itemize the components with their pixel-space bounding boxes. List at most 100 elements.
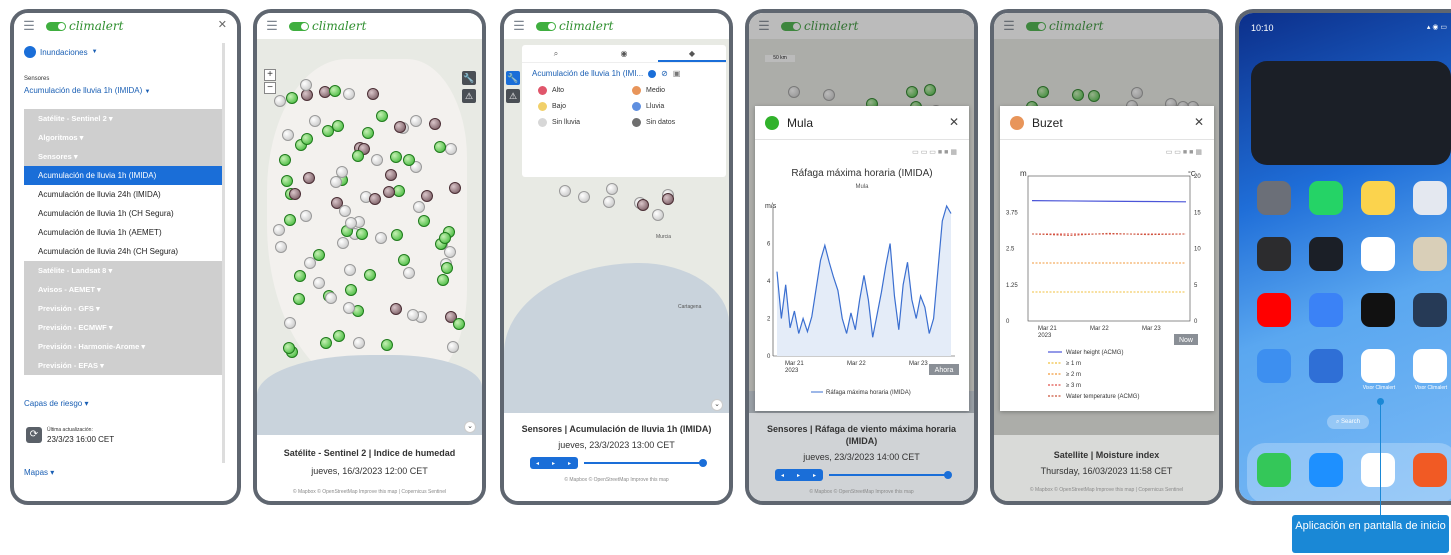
app-icon[interactable] <box>1309 293 1343 327</box>
station-marker[interactable] <box>274 241 287 254</box>
station-marker[interactable] <box>374 232 387 245</box>
playback-controls[interactable]: ◂ ▸ ▸ <box>529 457 578 469</box>
maps-link[interactable]: Mapas ▾ <box>24 468 54 477</box>
app-icon[interactable] <box>1361 181 1395 215</box>
map[interactable]: + − 🔧 ⚠ ⌄ <box>257 39 482 435</box>
info-icon[interactable] <box>648 69 657 78</box>
layer-group[interactable]: Satélite - Sentinel 2 ▾ <box>24 109 224 128</box>
layer-item[interactable]: Acumulación de lluvia 24h (CH Segura) <box>24 242 224 261</box>
station-marker[interactable] <box>355 228 368 241</box>
app-icon[interactable] <box>1257 181 1291 215</box>
app-icon[interactable] <box>1257 293 1291 327</box>
app-icon[interactable] <box>1309 237 1343 271</box>
widget[interactable] <box>1251 61 1451 165</box>
layer-item-selected[interactable]: Acumulación de lluvia 1h (IMIDA) <box>24 166 224 185</box>
time-slider[interactable] <box>828 471 952 479</box>
app-icon[interactable] <box>1361 237 1395 271</box>
app-icon[interactable] <box>1257 349 1291 383</box>
station-marker[interactable] <box>361 126 374 139</box>
climalert-app-icon[interactable] <box>1413 349 1447 383</box>
app-icon[interactable] <box>1413 181 1447 215</box>
station-marker[interactable] <box>292 293 305 306</box>
app-icon[interactable] <box>1309 181 1343 215</box>
station-marker[interactable] <box>559 185 572 198</box>
search-icon[interactable]: ⌕ <box>522 45 590 62</box>
station-marker[interactable] <box>417 214 430 227</box>
layer-item[interactable]: Acumulación de lluvia 1h (CH Segura) <box>24 204 224 223</box>
station-marker[interactable] <box>436 273 449 286</box>
wrench-icon[interactable]: 🔧 <box>462 71 476 85</box>
station-marker[interactable] <box>343 264 356 277</box>
layer-group[interactable]: Previsión - EFAS ▾ <box>24 356 224 375</box>
sensor-dropdown[interactable]: Acumulación de lluvia 1h (IMIDA) ▼ <box>24 86 150 95</box>
menu-icon[interactable]: ☰ <box>22 18 36 34</box>
station-marker[interactable] <box>319 337 332 350</box>
playback-controls[interactable]: ◂ ▸ ▸ <box>774 469 823 481</box>
zoom-in-button[interactable]: + <box>264 69 276 81</box>
station-marker[interactable] <box>452 318 465 331</box>
layer-group[interactable]: Previsión - GFS ▾ <box>24 299 224 318</box>
station-marker[interactable] <box>637 198 650 211</box>
chevron-down-icon[interactable]: ⌄ <box>464 421 476 433</box>
layer-group[interactable]: Previsión - ECMWF ▾ <box>24 318 224 337</box>
station-marker[interactable] <box>606 183 619 196</box>
info-tab-icon[interactable]: ◉ <box>590 45 658 62</box>
menu-icon[interactable]: ☰ <box>512 18 526 34</box>
station-marker[interactable] <box>443 246 456 259</box>
station-marker[interactable] <box>328 84 341 97</box>
palette-icon[interactable]: ◆ <box>658 45 726 62</box>
station-marker[interactable] <box>299 209 312 222</box>
station-marker[interactable] <box>286 91 299 104</box>
station-marker[interactable] <box>336 165 348 178</box>
station-marker[interactable] <box>652 209 665 222</box>
station-marker[interactable] <box>301 133 314 146</box>
station-marker[interactable] <box>398 253 411 266</box>
station-marker[interactable] <box>578 191 591 204</box>
layer-item[interactable]: Acumulación de lluvia 24h (IMIDA) <box>24 185 224 204</box>
time-slider[interactable] <box>583 459 707 467</box>
station-marker[interactable] <box>390 228 403 241</box>
station-marker[interactable] <box>283 341 296 354</box>
station-marker[interactable] <box>272 224 285 237</box>
expand-icon[interactable]: ▣ <box>673 69 681 78</box>
app-icon[interactable] <box>1309 349 1343 383</box>
refresh-icon[interactable]: ⟳ <box>26 427 42 443</box>
station-marker[interactable] <box>603 195 616 208</box>
station-marker[interactable] <box>661 193 674 206</box>
close-icon[interactable]: ✕ <box>1194 115 1204 129</box>
layer-group[interactable]: Avisos - AEMET ▾ <box>24 280 224 299</box>
layer-group[interactable]: Satélite - Landsat 8 ▾ <box>24 261 224 280</box>
app-icon[interactable] <box>1413 293 1447 327</box>
phone-app-icon[interactable] <box>1257 453 1291 487</box>
station-marker[interactable] <box>410 114 423 127</box>
station-marker[interactable] <box>363 268 376 281</box>
warning-icon[interactable]: ⚠ <box>462 89 476 103</box>
station-marker[interactable] <box>394 120 407 133</box>
station-marker[interactable] <box>447 340 460 353</box>
climalert-app-icon[interactable] <box>1361 349 1395 383</box>
station-marker[interactable] <box>375 110 388 123</box>
app-icon[interactable] <box>1361 293 1395 327</box>
station-marker[interactable] <box>343 87 356 100</box>
wrench-icon[interactable]: 🔧 <box>506 71 520 85</box>
station-marker[interactable] <box>312 248 325 261</box>
station-marker[interactable] <box>412 200 425 213</box>
layer-item[interactable]: Acumulación de lluvia 1h (AEMET) <box>24 223 224 242</box>
brave-app-icon[interactable] <box>1413 453 1447 487</box>
station-marker[interactable] <box>345 216 358 229</box>
layer-group[interactable]: Sensores ▾ <box>24 147 224 166</box>
station-marker[interactable] <box>302 171 315 184</box>
chevron-down-icon[interactable]: ⌄ <box>711 399 723 411</box>
hide-icon[interactable]: ⊘ <box>661 69 668 78</box>
search-pill[interactable]: ⌕ Search <box>1327 415 1369 429</box>
station-marker[interactable] <box>283 213 296 226</box>
layer-group[interactable]: Algoritmos ▾ <box>24 128 224 147</box>
layer-group[interactable]: Previsión - Harmonie-Arome ▾ <box>24 337 224 356</box>
station-marker[interactable] <box>274 95 287 108</box>
hazard-selector[interactable]: Inundaciones ▼ <box>24 46 98 58</box>
app-icon[interactable] <box>1413 237 1447 271</box>
close-icon[interactable]: ✕ <box>218 18 227 31</box>
safari-app-icon[interactable] <box>1361 453 1395 487</box>
close-icon[interactable]: ✕ <box>949 115 959 129</box>
station-marker[interactable] <box>389 302 402 315</box>
